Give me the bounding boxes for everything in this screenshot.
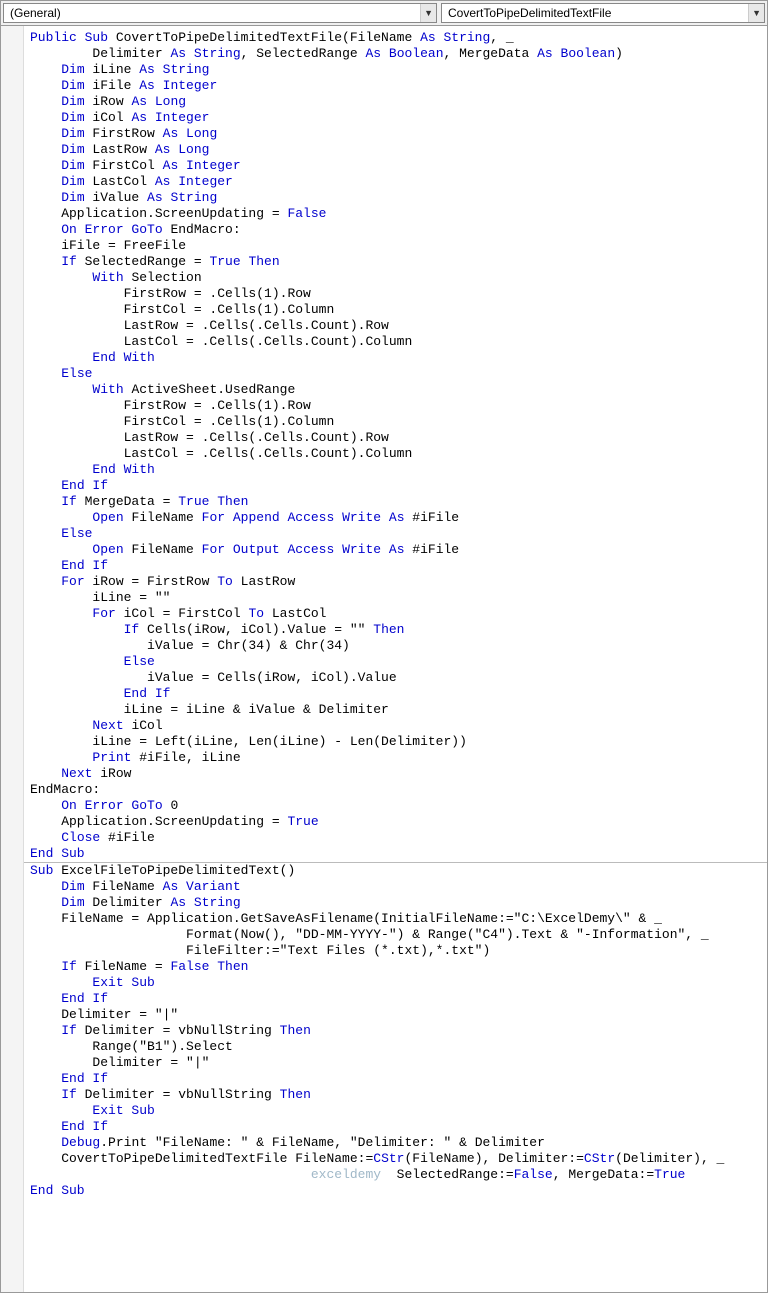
code-line[interactable]: FirstCol = .Cells(1).Column <box>30 302 761 318</box>
code-line[interactable]: Open FileName For Append Access Write As… <box>30 510 761 526</box>
code-line[interactable]: Dim iRow As Long <box>30 94 761 110</box>
code-line[interactable]: Else <box>30 654 761 670</box>
code-line[interactable]: iValue = Cells(iRow, iCol).Value <box>30 670 761 686</box>
code-line[interactable]: Delimiter = "|" <box>30 1055 761 1071</box>
code-line[interactable]: Dim iValue As String <box>30 190 761 206</box>
code-line[interactable]: For iCol = FirstCol To LastCol <box>30 606 761 622</box>
code-line[interactable]: End With <box>30 462 761 478</box>
object-dropdown-value: (General) <box>10 6 61 20</box>
code-line[interactable]: End Sub <box>30 846 761 862</box>
code-line[interactable]: Exit Sub <box>30 975 761 991</box>
code-line[interactable]: With ActiveSheet.UsedRange <box>30 382 761 398</box>
code-line[interactable]: Dim Delimiter As String <box>30 895 761 911</box>
code-line[interactable]: LastCol = .Cells(.Cells.Count).Column <box>30 334 761 350</box>
procedure-dropdown-value: CovertToPipeDelimitedTextFile <box>448 6 611 20</box>
code-line[interactable]: LastRow = .Cells(.Cells.Count).Row <box>30 430 761 446</box>
gutter <box>1 26 24 1292</box>
code-line[interactable]: Range("B1").Select <box>30 1039 761 1055</box>
code-line[interactable]: Dim LastCol As Integer <box>30 174 761 190</box>
code-line[interactable]: Delimiter = "|" <box>30 1007 761 1023</box>
code-line[interactable]: On Error GoTo 0 <box>30 798 761 814</box>
code-line[interactable]: Close #iFile <box>30 830 761 846</box>
code-line[interactable]: Next iRow <box>30 766 761 782</box>
code-line[interactable]: iFile = FreeFile <box>30 238 761 254</box>
code-line[interactable]: Dim FirstCol As Integer <box>30 158 761 174</box>
code-line[interactable]: End If <box>30 478 761 494</box>
code-line[interactable]: iLine = Left(iLine, Len(iLine) - Len(Del… <box>30 734 761 750</box>
code-line[interactable]: iLine = iLine & iValue & Delimiter <box>30 702 761 718</box>
code-line[interactable]: On Error GoTo EndMacro: <box>30 222 761 238</box>
code-line[interactable]: Application.ScreenUpdating = False <box>30 206 761 222</box>
code-line[interactable]: End If <box>30 1071 761 1087</box>
object-dropdown[interactable]: (General) ▼ <box>3 3 437 23</box>
code-line[interactable]: LastCol = .Cells(.Cells.Count).Column <box>30 446 761 462</box>
code-line[interactable]: Dim iFile As Integer <box>30 78 761 94</box>
code-line[interactable]: iValue = Chr(34) & Chr(34) <box>30 638 761 654</box>
code-line[interactable]: If MergeData = True Then <box>30 494 761 510</box>
code-line[interactable]: End With <box>30 350 761 366</box>
code-line[interactable]: Debug.Print "FileName: " & FileName, "De… <box>30 1135 761 1151</box>
code-line[interactable]: For iRow = FirstRow To LastRow <box>30 574 761 590</box>
code-line[interactable]: Dim iLine As String <box>30 62 761 78</box>
code-line[interactable]: If Delimiter = vbNullString Then <box>30 1087 761 1103</box>
code-line[interactable]: End Sub <box>30 1183 761 1199</box>
code-line[interactable]: Else <box>30 526 761 542</box>
code-line[interactable]: EndMacro: <box>30 782 761 798</box>
code-line[interactable]: Sub ExcelFileToPipeDelimitedText() <box>30 863 761 879</box>
code-area[interactable]: Public Sub CovertToPipeDelimitedTextFile… <box>1 26 767 1292</box>
code-line[interactable]: If SelectedRange = True Then <box>30 254 761 270</box>
code-line[interactable]: Dim FirstRow As Long <box>30 126 761 142</box>
code-line[interactable]: FileName = Application.GetSaveAsFilename… <box>30 911 761 927</box>
code-line[interactable]: exceldemy SelectedRange:=False, MergeDat… <box>30 1167 761 1183</box>
code-line[interactable]: If FileName = False Then <box>30 959 761 975</box>
code-line[interactable]: Public Sub CovertToPipeDelimitedTextFile… <box>30 30 761 46</box>
code-line[interactable]: Open FileName For Output Access Write As… <box>30 542 761 558</box>
code-line[interactable]: Format(Now(), "DD-MM-YYYY-") & Range("C4… <box>30 927 761 943</box>
code-line[interactable]: Else <box>30 366 761 382</box>
chevron-down-icon: ▼ <box>748 4 764 22</box>
code-line[interactable]: Delimiter As String, SelectedRange As Bo… <box>30 46 761 62</box>
code-line[interactable]: Dim LastRow As Long <box>30 142 761 158</box>
code-line[interactable]: iLine = "" <box>30 590 761 606</box>
code-line[interactable]: End If <box>30 1119 761 1135</box>
code-line[interactable]: If Cells(iRow, iCol).Value = "" Then <box>30 622 761 638</box>
vba-editor-window: (General) ▼ CovertToPipeDelimitedTextFil… <box>0 0 768 1293</box>
code-line[interactable]: Print #iFile, iLine <box>30 750 761 766</box>
code-line[interactable]: Application.ScreenUpdating = True <box>30 814 761 830</box>
code-line[interactable]: If Delimiter = vbNullString Then <box>30 1023 761 1039</box>
code-line[interactable]: Dim iCol As Integer <box>30 110 761 126</box>
code-line[interactable]: End If <box>30 558 761 574</box>
code-line[interactable]: FileFilter:="Text Files (*.txt),*.txt") <box>30 943 761 959</box>
procedure-dropdown[interactable]: CovertToPipeDelimitedTextFile ▼ <box>441 3 765 23</box>
code-line[interactable]: FirstRow = .Cells(1).Row <box>30 398 761 414</box>
code-line[interactable]: With Selection <box>30 270 761 286</box>
code-line[interactable]: End If <box>30 686 761 702</box>
code-line[interactable]: FirstRow = .Cells(1).Row <box>30 286 761 302</box>
chevron-down-icon: ▼ <box>420 4 436 22</box>
code-line[interactable]: Dim FileName As Variant <box>30 879 761 895</box>
code-line[interactable]: CovertToPipeDelimitedTextFile FileName:=… <box>30 1151 761 1167</box>
code-line[interactable]: LastRow = .Cells(.Cells.Count).Row <box>30 318 761 334</box>
code-line[interactable]: Next iCol <box>30 718 761 734</box>
code-line[interactable]: Exit Sub <box>30 1103 761 1119</box>
code-line[interactable]: End If <box>30 991 761 1007</box>
code-pane[interactable]: Public Sub CovertToPipeDelimitedTextFile… <box>24 26 767 1292</box>
code-line[interactable]: FirstCol = .Cells(1).Column <box>30 414 761 430</box>
toolbar: (General) ▼ CovertToPipeDelimitedTextFil… <box>1 1 767 26</box>
